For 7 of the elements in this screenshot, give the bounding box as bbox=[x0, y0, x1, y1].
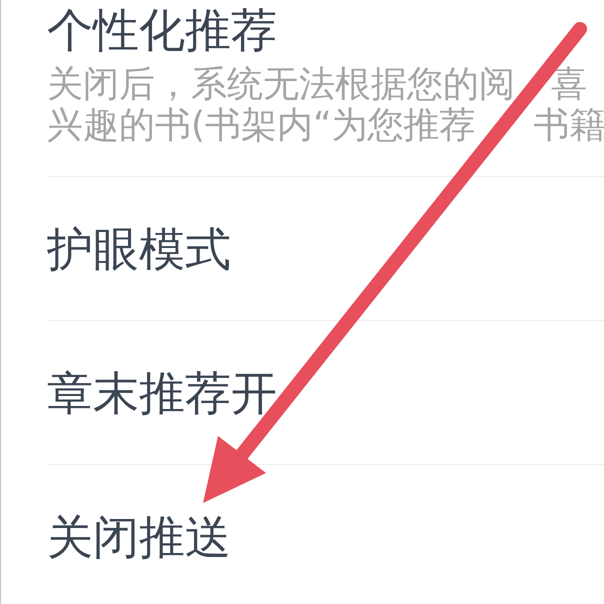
setting-title[interactable]: 个性化推荐 bbox=[1, 2, 604, 58]
description-text: 兴趣的书(书架内“为您推荐 bbox=[47, 105, 476, 146]
setting-title[interactable]: 护眼模式 bbox=[1, 220, 231, 276]
setting-title[interactable]: 关闭推送 bbox=[1, 508, 231, 564]
description-text: 关闭后，系统无法根据您的阅 bbox=[47, 64, 515, 105]
setting-title[interactable]: 章末推荐开 bbox=[1, 364, 277, 420]
description-text: 喜 bbox=[551, 64, 587, 105]
